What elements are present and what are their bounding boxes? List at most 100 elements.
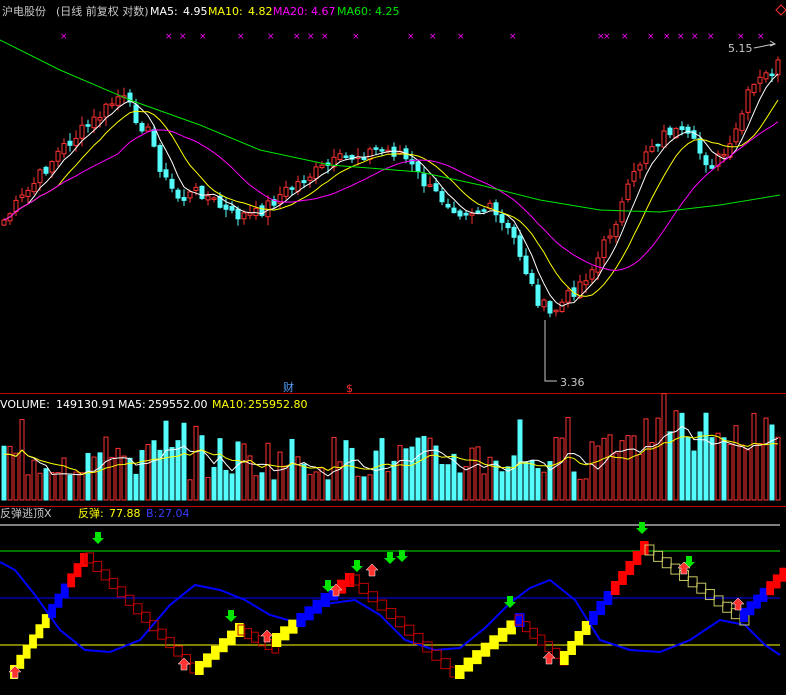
candle-up (31, 183, 37, 193)
retreat-block (687, 576, 698, 588)
volume-bar (199, 435, 205, 501)
volume-bar (571, 471, 577, 501)
volume-bar (391, 460, 397, 501)
ma60-value: 4.25 (375, 5, 400, 18)
buy-arrow-icon (542, 651, 556, 665)
candle-down (505, 222, 511, 229)
stock-name: 沪电股份 (2, 4, 46, 18)
candle-down (229, 205, 235, 211)
candle-down (163, 169, 169, 178)
candle-up (565, 290, 571, 303)
signal-marker: × (321, 32, 329, 42)
candle-down (373, 147, 379, 150)
volume-bar (133, 473, 139, 501)
candle-up (49, 161, 55, 173)
candle-down (493, 202, 499, 216)
b-label: B: (146, 507, 157, 520)
candle-down (547, 301, 553, 314)
candle-down (433, 183, 439, 192)
ma60-line (0, 39, 781, 213)
sell-arrow-icon (225, 610, 237, 622)
volume-bar (475, 446, 481, 501)
candle-down (421, 173, 427, 187)
retreat-block (440, 658, 451, 670)
candle-down (415, 161, 421, 172)
candle-down (67, 140, 73, 146)
volume-bar (541, 471, 547, 501)
signal-marker: × (457, 32, 465, 42)
candle-down (511, 226, 517, 238)
volume-bar (61, 457, 67, 501)
candle-up (337, 153, 343, 160)
retreat-block (149, 620, 159, 632)
rebound-block (312, 599, 322, 614)
high-price-marker: 5.15 (728, 42, 753, 55)
candle-down (151, 129, 157, 147)
candle-up (757, 76, 763, 84)
volume-bar (181, 422, 187, 501)
candle-down (181, 197, 187, 201)
volume-bar (439, 464, 445, 501)
stock-chart[interactable]: 沪电股份 (日线 前复权 对数) MA5: 4.95 MA10: 4.82 MA… (0, 0, 786, 695)
retreat-block (713, 595, 724, 607)
corner-diamond-icon[interactable] (775, 4, 786, 16)
candle-up (733, 128, 739, 143)
buy-arrow-icon (260, 629, 274, 643)
sell-arrow-icon (384, 552, 396, 564)
candle-up (145, 126, 151, 132)
volume-bar (469, 447, 475, 501)
volume-bar (619, 440, 625, 501)
retreat-block (404, 624, 415, 636)
rebound-block (463, 657, 474, 672)
dollar-badge[interactable]: $ (346, 382, 353, 395)
ma10-label: MA10: (208, 5, 243, 18)
candle-up (625, 183, 631, 200)
indicator-name: 反弹逃顶X (0, 506, 52, 520)
candle-up (595, 257, 601, 273)
signal-marker: × (677, 32, 685, 42)
candle-down (139, 123, 145, 132)
volume-bar (229, 473, 235, 501)
volume-bar (535, 468, 541, 501)
signal-marker: × (407, 32, 415, 42)
candle-up (469, 212, 475, 216)
volume-bar (151, 440, 157, 501)
volume-bar (343, 440, 349, 501)
volume-bar (733, 425, 739, 501)
signal-marker: × (663, 32, 671, 42)
volume-bar (613, 452, 619, 501)
candle-up (427, 184, 433, 187)
volume-bar (283, 465, 289, 501)
volume-bar (583, 478, 589, 501)
ma10-line (3, 99, 779, 297)
retreat-block (653, 550, 664, 562)
finance-badge[interactable]: 财 (283, 380, 294, 394)
candle-up (619, 201, 625, 223)
b-value: 27.04 (158, 507, 190, 520)
ma60-label: MA60: (337, 5, 372, 18)
candle-up (91, 116, 97, 129)
candle-down (439, 191, 445, 203)
retreat-block (376, 599, 388, 611)
candle-down (517, 235, 523, 257)
candle-up (25, 189, 31, 197)
candle-up (97, 116, 103, 121)
candle-up (1, 219, 7, 226)
candle-down (133, 104, 139, 123)
volume-bar (595, 445, 601, 501)
volume-bar (757, 443, 763, 501)
candle-down (463, 212, 469, 216)
volume-bar (43, 468, 49, 501)
candle-up (193, 186, 199, 191)
volume-bar (373, 450, 379, 501)
rebound-block (211, 645, 220, 660)
rebound-block (480, 642, 491, 657)
candle-down (169, 178, 175, 189)
volume-bar (127, 457, 133, 501)
volume-bar (427, 437, 433, 501)
candle-up (763, 72, 769, 80)
candle-up (367, 148, 373, 160)
retreat-block (173, 645, 183, 657)
volume-bar (265, 442, 271, 501)
volume-bar (361, 476, 367, 501)
